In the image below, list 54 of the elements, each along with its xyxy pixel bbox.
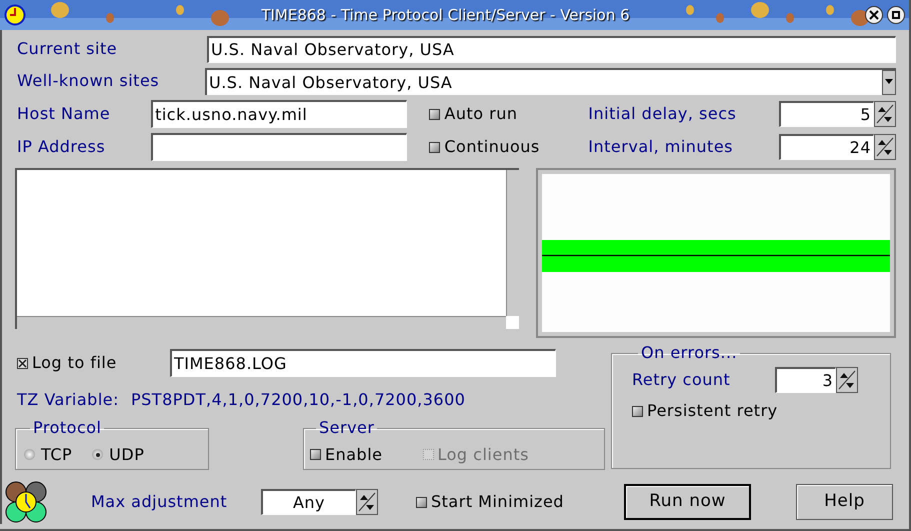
- input-field[interactable]: U.S. Naval Observatory, USA: [207, 36, 896, 62]
- field-label: IP Address: [16, 136, 106, 158]
- checkbox-label[interactable]: Enable: [325, 442, 382, 466]
- field-label: Retry count: [632, 369, 732, 391]
- input-field[interactable]: tick.usno.navy.mil: [151, 100, 408, 128]
- tz-value: PST8PDT,4,1,0,7200,10,-1,0,7200,3600: [131, 389, 466, 411]
- checkbox[interactable]: [429, 108, 440, 120]
- maximize-icon: [892, 11, 900, 19]
- window-title: TIME868 - Time Protocol Client/Server - Version 6: [261, 4, 630, 26]
- field-label: Initial delay, secs: [588, 103, 738, 125]
- horizontal-scrollbar[interactable]: [17, 316, 506, 329]
- radio-label[interactable]: UDP: [109, 442, 144, 466]
- input-field[interactable]: TIME868.LOG: [170, 349, 556, 377]
- checkbox[interactable]: [632, 406, 643, 416]
- group-title: Server: [318, 417, 376, 439]
- vertical-scrollbar[interactable]: [506, 170, 519, 316]
- radio-button[interactable]: [24, 449, 35, 460]
- checkbox-label[interactable]: Continuous: [444, 135, 540, 159]
- input-field[interactable]: 5: [779, 101, 874, 127]
- input-field[interactable]: 3: [775, 367, 836, 393]
- close-icon: [869, 10, 879, 20]
- logo-icon: [4, 480, 48, 524]
- spin-button[interactable]: [874, 134, 896, 160]
- spin-arrows-icon: [876, 137, 894, 157]
- checkbox-label[interactable]: Start Minimized: [431, 490, 564, 514]
- checkbox-label[interactable]: Auto run: [444, 102, 518, 126]
- field-label: Well-known sites: [16, 70, 160, 92]
- spin-arrows-icon: [876, 104, 894, 124]
- input-field[interactable]: 24: [779, 134, 874, 160]
- field-label: Current site: [16, 38, 118, 60]
- spin-arrows-icon: [838, 370, 856, 390]
- radio-label[interactable]: TCP: [41, 442, 72, 466]
- radio-button[interactable]: [92, 449, 104, 460]
- spin-button[interactable]: [356, 489, 378, 515]
- checkbox[interactable]: [429, 142, 440, 152]
- field-label: Interval, minutes: [588, 136, 734, 158]
- field-label: TZ Variable:: [17, 389, 119, 411]
- field-label: Host Name: [16, 103, 112, 125]
- spin-button[interactable]: [874, 101, 896, 127]
- push-button[interactable]: Run now: [624, 484, 751, 520]
- group-title: Protocol: [32, 417, 102, 439]
- input-field[interactable]: Any: [261, 489, 356, 515]
- checkbox-label[interactable]: Log to file: [32, 351, 117, 375]
- checkbox[interactable]: [416, 496, 427, 508]
- checkbox[interactable]: [17, 358, 28, 368]
- checkbox[interactable]: [310, 449, 321, 460]
- spin-arrows-icon: [358, 492, 376, 512]
- field-label: Max adjustment: [91, 491, 228, 513]
- spin-button[interactable]: [836, 367, 858, 393]
- input-field[interactable]: [151, 133, 408, 161]
- dropdown[interactable]: U.S. Naval Observatory, USA: [205, 68, 896, 94]
- push-button[interactable]: Help: [796, 484, 893, 520]
- checkbox-label[interactable]: Persistent retry: [647, 399, 778, 423]
- group-title: On errors...: [640, 342, 738, 364]
